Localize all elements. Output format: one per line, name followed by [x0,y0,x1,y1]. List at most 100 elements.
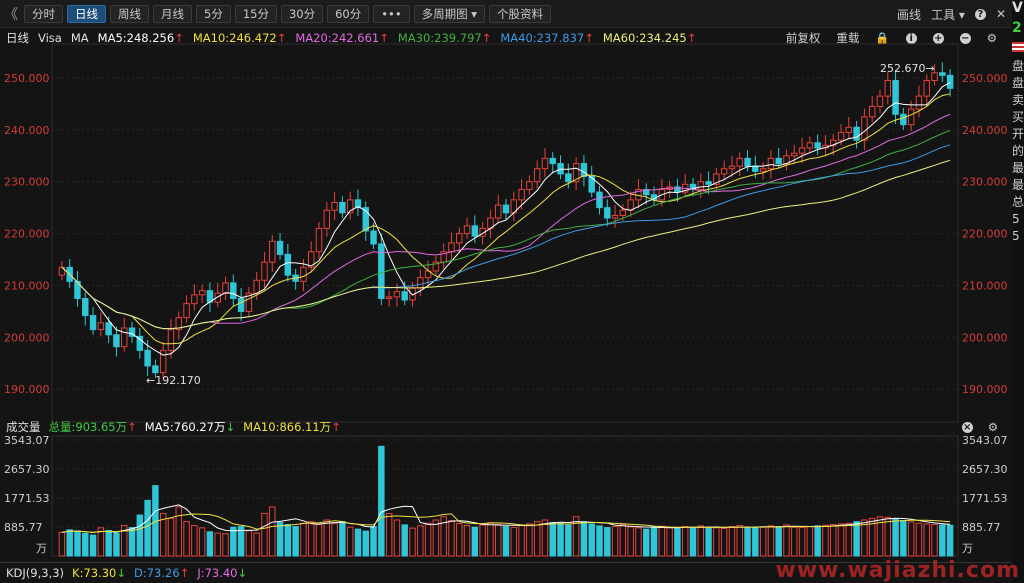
candle-body [565,173,572,183]
volume-bar [206,531,214,557]
price-axis-label-left: 240.000 [4,124,50,137]
up-arrow-icon: ↑ [331,420,341,434]
candle-body [284,253,292,276]
candle-body [113,334,120,348]
volume-bar [572,516,580,557]
close-panel-icon[interactable]: × [961,421,973,433]
volume-bar [417,525,424,557]
volume-total: 总量:903.65万 [48,420,128,434]
candle-body [611,214,619,219]
candle-body [300,266,307,282]
candle-body [744,157,751,167]
volume-controls: × ⚙ [961,418,1006,436]
settings-gear-icon[interactable]: ⚙ [988,420,998,434]
volume-bar [253,532,260,557]
candle-body [331,201,338,211]
volume-bar [370,526,377,557]
volume-bar [198,527,206,557]
volume-bar [853,521,860,557]
volume-bar [518,525,525,557]
volume-bar [292,526,299,557]
volume-bar [596,525,603,557]
volume-bar [487,522,494,557]
volume-bar [354,528,362,557]
volume-bar [494,524,502,557]
volume-bar [775,526,782,557]
volume-info-bar: 成交量 总量:903.65万 ↑ MA5:760.27万 ↓ MA10:866.11… [0,418,1012,436]
candle-body [767,157,775,170]
candle-body [806,142,814,149]
volume-bar [502,526,510,557]
candle-body [939,72,946,76]
price-axis-label-right: 230.000 [962,176,1008,189]
volume-bar [175,506,182,557]
volume-bar [946,524,954,557]
volume-bar [456,523,463,557]
candle-body [752,165,759,172]
price-axis-label-left: 210.000 [4,279,50,292]
volume-bar [565,524,572,557]
down-arrow-icon: ↓ [225,420,236,434]
candle-body [471,225,479,237]
volume-bar [136,514,144,557]
volume-ma5: MA5:760.27万 [144,420,226,434]
candle-body [798,147,806,154]
volume-bar [915,522,923,557]
volume-bar [526,523,533,557]
volume-bar [744,526,751,557]
volume-bar [814,525,821,557]
candle-body [892,80,899,115]
candle-body [276,240,284,255]
volume-bar [822,524,829,557]
side-item: 卖 [1012,93,1024,107]
candle-body [861,116,868,141]
volume-bar [183,521,190,557]
kdj-label[interactable]: KDJ(9,3,3) [6,566,64,580]
side-item: 总 [1012,195,1024,209]
volume-bar [783,524,790,557]
candle-body [533,168,541,183]
volume-ma10: MA10:866.11万 [243,420,332,434]
volume-bar [666,527,673,557]
candle-body [619,209,627,216]
candle-body [120,327,128,348]
volume-axis-label-left: 2657.30 [4,463,50,476]
candle-body [167,329,175,351]
price-axis-label-right: 250.000 [962,72,1008,85]
candle-body [385,296,393,299]
candle-body [401,291,408,301]
candle-body [315,227,323,253]
volume-bar [689,527,697,557]
volume-bar [557,523,564,557]
volume-bar [82,532,89,557]
volume-bar [837,523,845,557]
volume-bar [424,522,432,557]
kdj-j: J:73.40 [197,566,238,580]
volume-bar [393,519,401,557]
price-axis-label-right: 240.000 [962,124,1008,137]
volume-bar [58,531,66,557]
volume-bar [510,527,518,557]
candle-body [775,157,782,165]
volume-bar [230,526,237,557]
volume-bar [635,527,642,557]
volume-bar [884,516,892,557]
side-symbol: V [1012,0,1023,16]
high-price-annotation: 252.670→ [880,62,935,75]
candle-body [736,157,743,167]
volume-bar [658,525,666,557]
kdj-d: D:73.26 [134,566,180,580]
candle-body [518,188,525,201]
up-arrow-icon: ↑ [127,420,137,434]
candle-body [541,157,549,170]
stock-chart[interactable]: 250.000 250.000 240.000 240.000 230.000 230.0… [0,0,1012,562]
volume-bar [697,525,705,557]
price-axis-label-right: 190.000 [962,383,1008,396]
volume-axis-label-left: 1771.53 [4,492,50,505]
volume-label[interactable]: 成交量 [6,419,41,435]
candle-body [526,181,533,190]
volume-bar [830,524,837,557]
volume-axis-label-right: 885.77 [962,521,1001,534]
volume-unit-left: 万 [36,542,47,555]
price-axis-label-left: 230.000 [4,176,50,189]
